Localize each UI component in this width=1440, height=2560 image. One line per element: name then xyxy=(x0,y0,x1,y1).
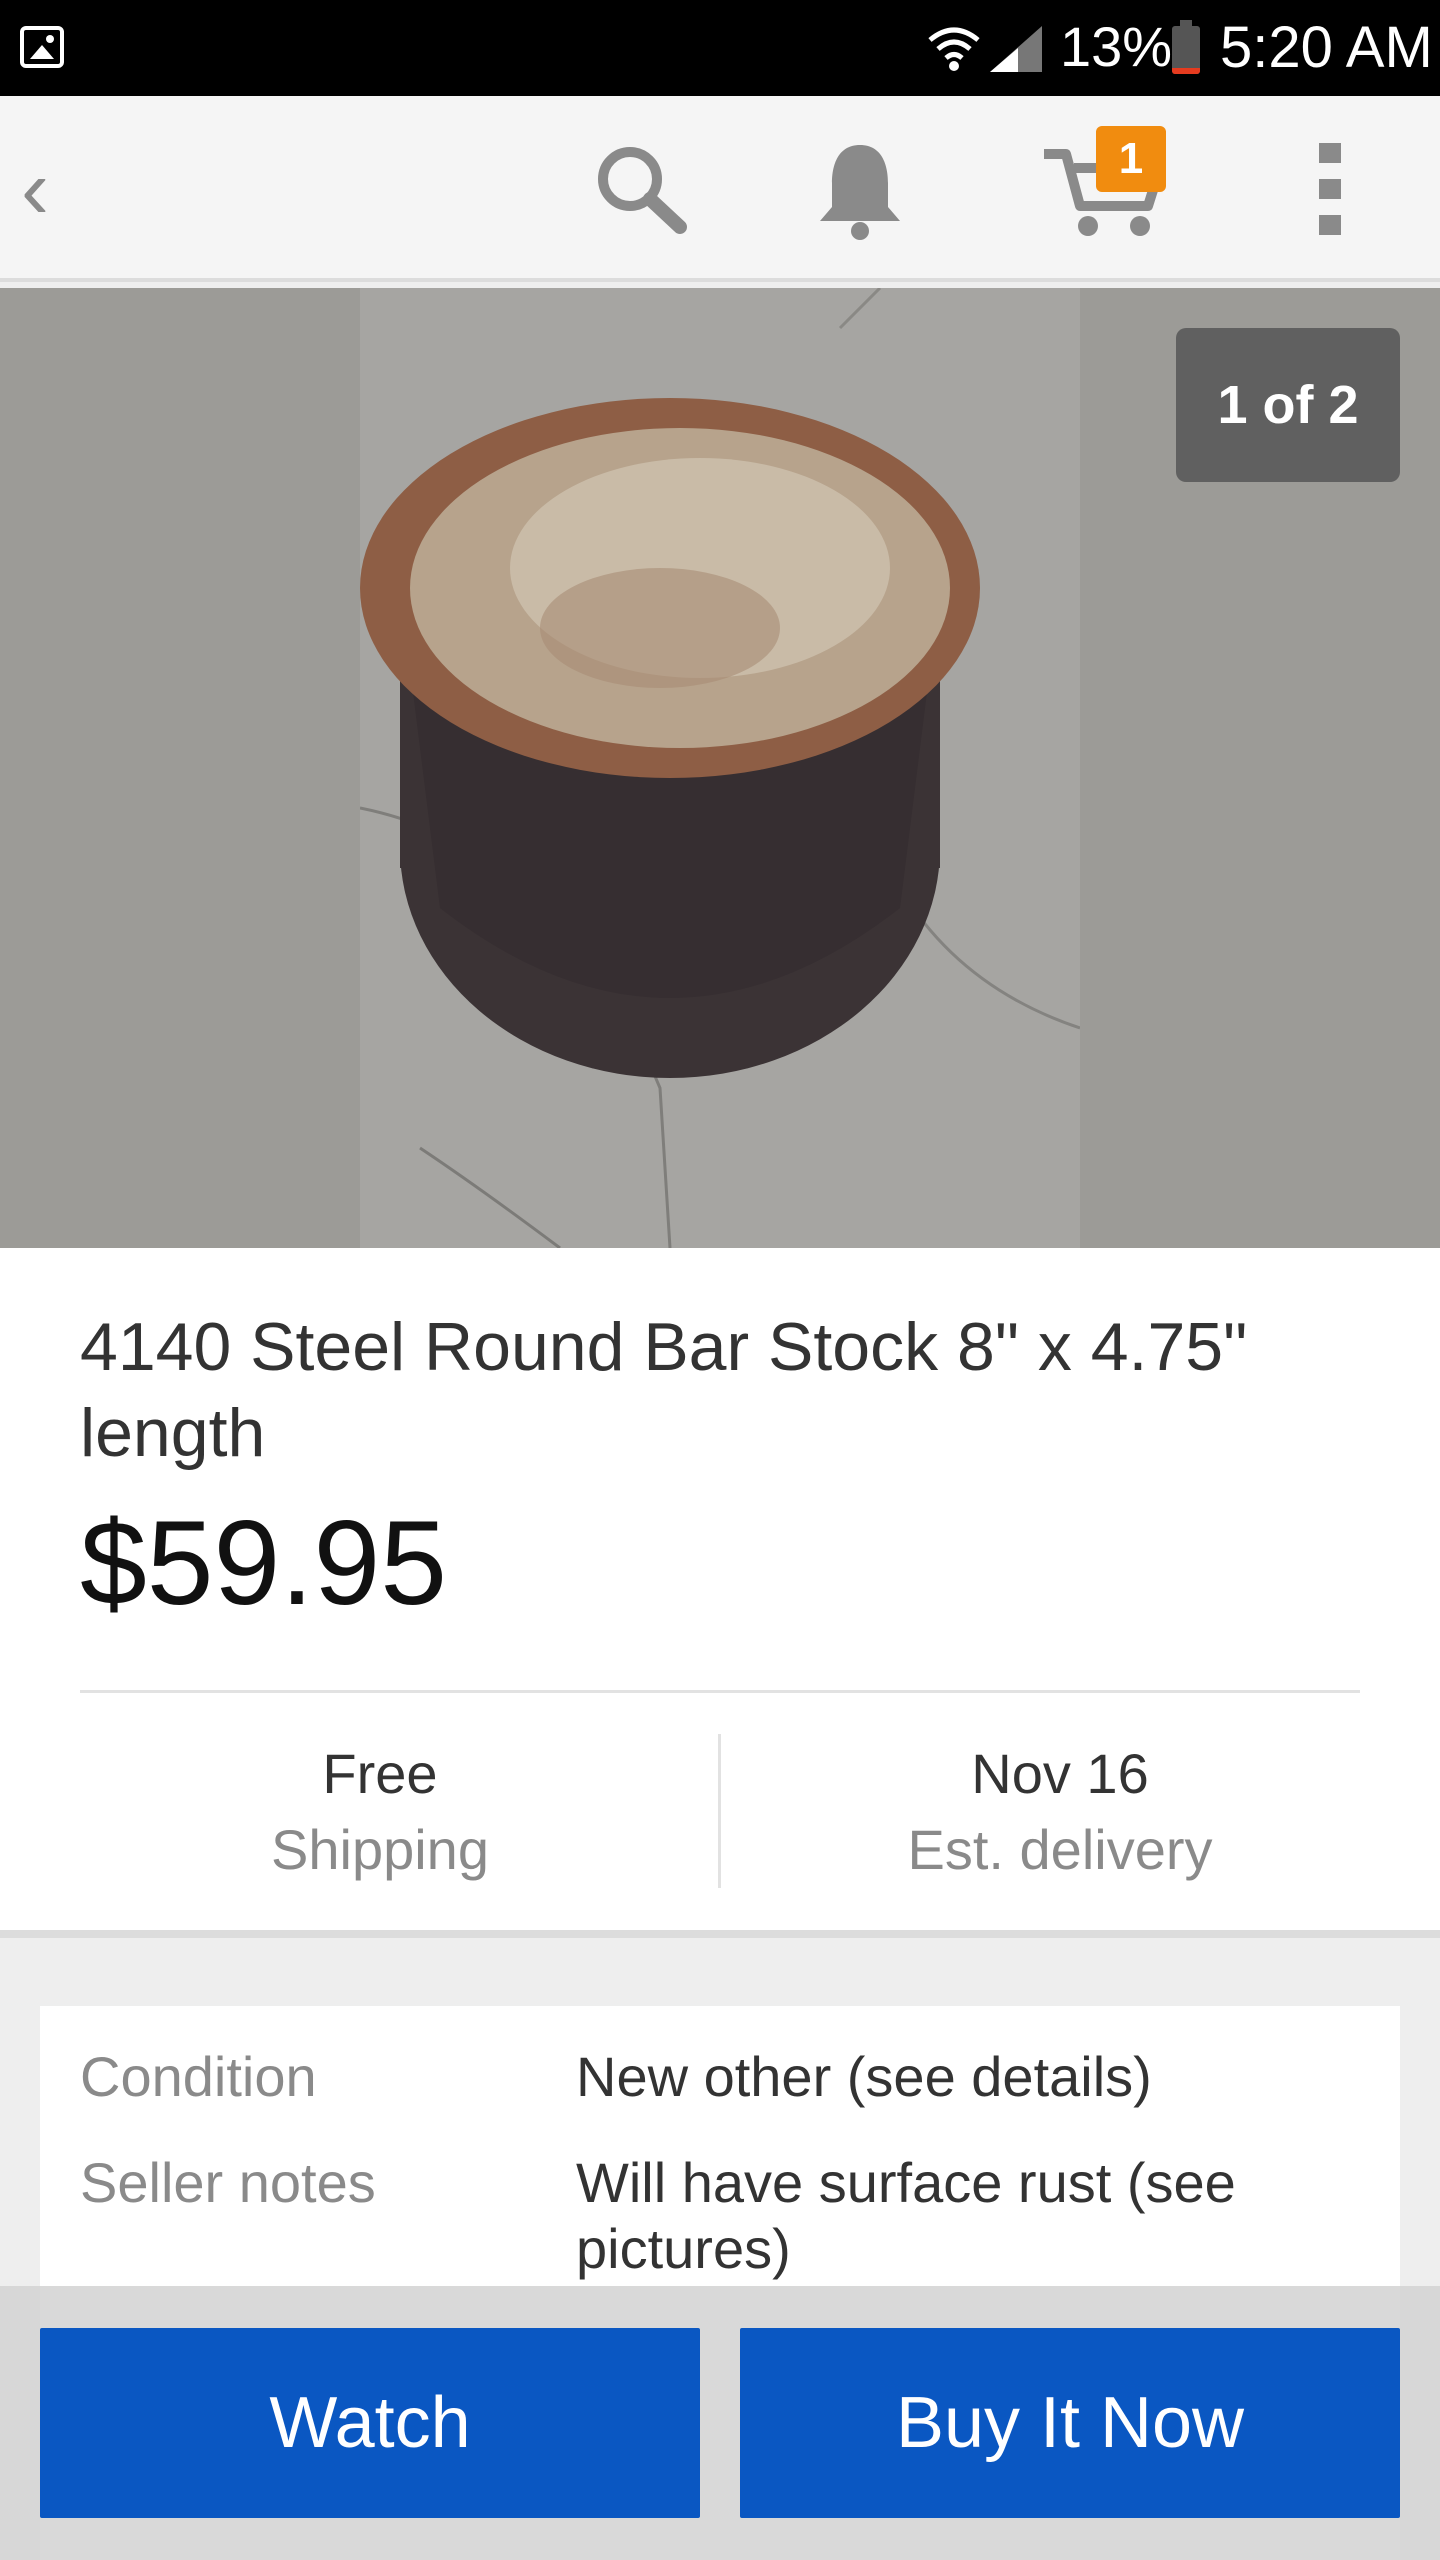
detail-key: Seller notes xyxy=(80,2151,376,2214)
status-bar: 13% 5:20 AM xyxy=(0,0,1440,96)
shipping-value: Free xyxy=(322,1742,438,1805)
app-bar: ‹ xyxy=(0,96,1440,282)
search-button[interactable] xyxy=(580,96,700,282)
wifi-icon xyxy=(928,27,980,71)
detail-key: Condition xyxy=(80,2045,317,2108)
cart-count-badge: 1 xyxy=(1096,126,1166,192)
vertical-divider xyxy=(718,1734,721,1888)
notifications-button[interactable] xyxy=(800,96,920,282)
more-options-button[interactable] xyxy=(1290,96,1370,282)
detail-value: New other (see details) xyxy=(576,2045,1152,2108)
battery-icon xyxy=(1172,20,1200,74)
item-title: 4140 Steel Round Bar Stock 8" x 4.75" le… xyxy=(80,1309,1248,1471)
more-vertical-icon xyxy=(1319,143,1341,235)
delivery-label: Est. delivery xyxy=(907,1818,1213,1881)
search-icon xyxy=(598,147,687,234)
chevron-left-icon: ‹ xyxy=(21,141,49,236)
listing-info: 4140 Steel Round Bar Stock 8" x 4.75" le… xyxy=(0,1248,1440,1938)
detail-value: Will have surface rust (see pictures) xyxy=(576,2151,1236,2280)
watch-button[interactable]: Watch xyxy=(40,2328,700,2518)
signal-icon xyxy=(990,26,1042,72)
image-counter: 1 of 2 xyxy=(1176,328,1400,482)
shipping-label: Shipping xyxy=(271,1818,489,1881)
bell-icon xyxy=(820,145,900,240)
item-price: $59.95 xyxy=(80,1496,448,1630)
gallery-notification-icon xyxy=(20,26,64,68)
product-photo[interactable] xyxy=(360,288,1080,1248)
clock: 5:20 AM xyxy=(1220,15,1433,80)
shipping-info: Free Shipping xyxy=(60,1736,700,1888)
battery-percent: 13% xyxy=(1060,15,1173,78)
image-gallery[interactable]: 1 of 2 xyxy=(0,288,1440,1248)
action-bar: Watch Buy It Now xyxy=(0,2286,1440,2560)
steel-bar-image xyxy=(360,288,1080,1248)
delivery-value: Nov 16 xyxy=(971,1742,1149,1805)
back-button[interactable]: ‹ xyxy=(0,96,70,282)
buy-it-now-button[interactable]: Buy It Now xyxy=(740,2328,1400,2518)
delivery-info: Nov 16 Est. delivery xyxy=(740,1736,1380,1888)
divider xyxy=(80,1690,1360,1693)
